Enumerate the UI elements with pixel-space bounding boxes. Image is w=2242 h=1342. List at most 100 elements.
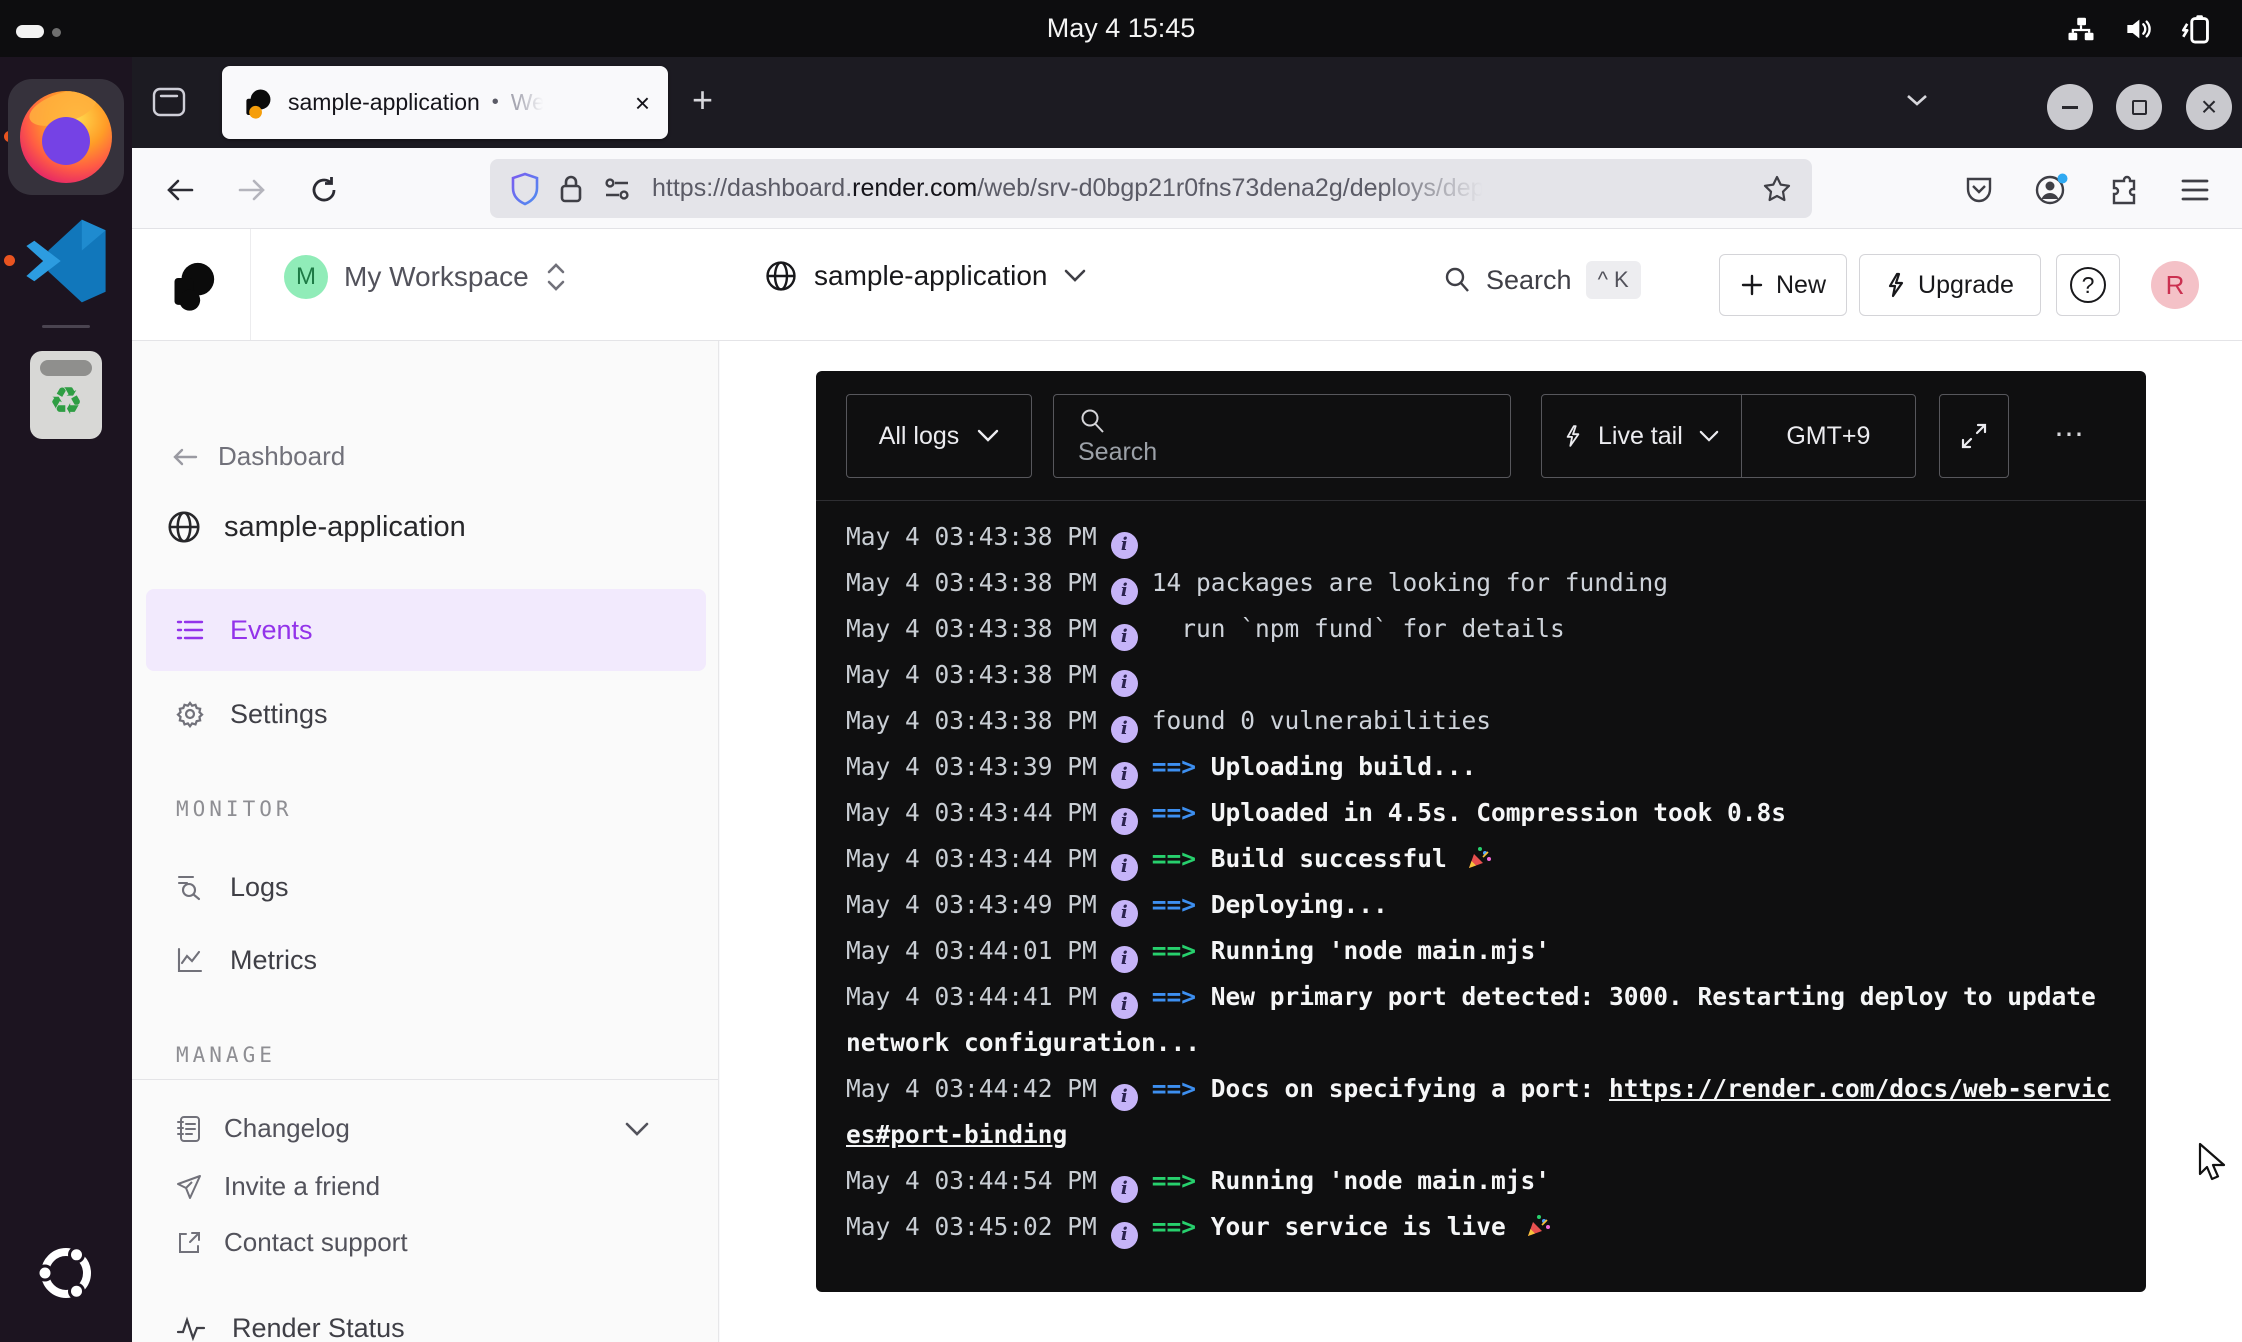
log-arrow: ==> bbox=[1152, 936, 1211, 965]
log-message: Docs on specifying a port: bbox=[1211, 1074, 1609, 1103]
reload-icon[interactable] bbox=[304, 170, 344, 210]
pocket-icon[interactable] bbox=[1959, 170, 1999, 210]
sidebar: Dashboard sample-application Events Sett… bbox=[132, 341, 719, 1342]
user-avatar[interactable]: R bbox=[2151, 261, 2199, 309]
info-icon: i bbox=[1111, 716, 1138, 743]
sidebar-item-render-status[interactable]: Render Status bbox=[176, 1313, 405, 1342]
service-selector[interactable]: sample-application bbox=[764, 259, 1087, 293]
sidebar-item-logs[interactable]: Logs bbox=[146, 846, 706, 928]
live-tail-group: Live tail GMT+9 bbox=[1541, 394, 1916, 478]
new-button[interactable]: New bbox=[1719, 254, 1847, 316]
window-maximize-button[interactable] bbox=[2116, 84, 2162, 130]
log-more-menu[interactable]: ⋯ bbox=[2054, 417, 2088, 452]
mouse-cursor bbox=[2196, 1142, 2230, 1182]
log-entry: May 4 03:43:38 PMi run `npm fund` for de… bbox=[846, 606, 2116, 652]
log-timestamp: May 4 03:43:38 PM bbox=[846, 706, 1097, 735]
log-timestamp: May 4 03:43:44 PM bbox=[846, 844, 1097, 873]
log-timestamp: May 4 03:43:38 PM bbox=[846, 568, 1097, 597]
permissions-icon[interactable] bbox=[602, 176, 632, 202]
log-timestamp: May 4 03:44:01 PM bbox=[846, 936, 1097, 965]
lock-icon[interactable] bbox=[558, 173, 584, 205]
log-timestamp: May 4 03:43:49 PM bbox=[846, 890, 1097, 919]
tab-bar: sample-application • We × + × bbox=[132, 57, 2242, 148]
system-tray[interactable] bbox=[2066, 13, 2214, 45]
new-tab-button[interactable]: + bbox=[692, 79, 713, 121]
sidebar-back-dashboard[interactable]: Dashboard bbox=[172, 441, 345, 472]
chevron-down-icon[interactable] bbox=[624, 1121, 650, 1137]
firefox-dock-icon[interactable] bbox=[8, 79, 124, 195]
log-entry: May 4 03:43:38 PM i 14 packages are lookin… bbox=[846, 560, 2116, 606]
tracking-shield-icon[interactable] bbox=[510, 172, 540, 206]
log-timestamp: May 4 03:44:42 PM bbox=[846, 1074, 1097, 1103]
timezone-button[interactable]: GMT+9 bbox=[1741, 395, 1915, 477]
list-tabs-chevron-icon[interactable] bbox=[1904, 91, 1930, 109]
bookmark-star-icon[interactable] bbox=[1762, 174, 1792, 204]
window-close-button[interactable]: × bbox=[2186, 84, 2232, 130]
app-header: M My Workspace sample-application Search… bbox=[132, 229, 2242, 341]
forward-icon[interactable] bbox=[232, 170, 272, 210]
recycle-icon: ♻ bbox=[30, 383, 102, 421]
log-message: run `npm fund` for details bbox=[1152, 614, 1565, 643]
sidebar-item-contact-support[interactable]: Contact support bbox=[176, 1227, 676, 1258]
changelog-icon bbox=[176, 1115, 202, 1143]
sidebar-item-changelog[interactable]: Changelog bbox=[176, 1113, 676, 1144]
info-icon: i bbox=[1111, 578, 1138, 605]
sidebar-item-metrics[interactable]: Metrics bbox=[146, 919, 706, 1001]
workspace-selector[interactable]: M My Workspace bbox=[284, 255, 567, 299]
render-logo[interactable] bbox=[164, 257, 220, 313]
log-search-input[interactable]: Search bbox=[1053, 394, 1511, 478]
url-text[interactable]: https://dashboard.render.com/web/srv-d0b… bbox=[652, 174, 1762, 203]
expand-logs-button[interactable] bbox=[1939, 394, 2009, 478]
search-icon bbox=[1442, 265, 1472, 295]
main-content: All logs Search Live tail bbox=[720, 341, 2242, 1342]
vscode-dock-icon[interactable] bbox=[22, 217, 110, 305]
log-entry: May 4 03:43:39 PMi==> Uploading build... bbox=[846, 744, 2116, 790]
live-tail-dropdown[interactable]: Live tail bbox=[1542, 395, 1741, 477]
header-divider bbox=[250, 229, 251, 340]
global-search[interactable]: Search ^ K bbox=[1442, 261, 1641, 299]
log-lines[interactable]: May 4 03:43:38 PM i May 4 03:43:38 PM i 14 p… bbox=[816, 502, 2146, 1291]
log-timestamp: May 4 03:44:54 PM bbox=[846, 1166, 1097, 1195]
url-bar[interactable]: https://dashboard.render.com/web/srv-d0b… bbox=[490, 159, 1812, 218]
log-arrow: ==> bbox=[1152, 844, 1211, 873]
window-minimize-button[interactable] bbox=[2047, 84, 2093, 130]
dock-divider bbox=[42, 325, 90, 328]
tab-separator-dot: • bbox=[492, 91, 499, 114]
extensions-icon[interactable] bbox=[2103, 170, 2143, 210]
tab-close-icon[interactable]: × bbox=[635, 90, 650, 116]
log-arrow: ==> bbox=[1152, 798, 1211, 827]
log-timestamp: May 4 03:44:41 PM bbox=[846, 982, 1097, 1011]
log-timestamp: May 4 03:45:02 PM bbox=[846, 1212, 1097, 1241]
upgrade-button[interactable]: Upgrade bbox=[1859, 254, 2041, 316]
sidebar-item-settings[interactable]: Settings bbox=[146, 673, 706, 755]
system-clock[interactable]: May 4 15:45 bbox=[0, 13, 2242, 44]
lightning-icon bbox=[1564, 423, 1582, 449]
log-entry: May 4 03:44:41 PMi==> New primary port d… bbox=[846, 974, 2116, 1066]
chevron-down-icon bbox=[977, 429, 999, 443]
metrics-chart-icon bbox=[176, 947, 204, 973]
chevron-down-icon bbox=[1063, 268, 1087, 284]
info-icon: i bbox=[1111, 854, 1138, 881]
globe-icon bbox=[166, 509, 202, 545]
log-message: 14 packages are looking for funding bbox=[1152, 568, 1668, 597]
sidebar-item-events[interactable]: Events bbox=[146, 589, 706, 671]
tab-title: sample-application bbox=[288, 89, 480, 116]
log-message: Running 'node main.mjs' bbox=[1211, 936, 1550, 965]
firefox-view-icon[interactable] bbox=[152, 87, 186, 117]
menu-hamburger-icon[interactable] bbox=[2175, 170, 2215, 210]
sidebar-service[interactable]: sample-application bbox=[166, 509, 466, 545]
browser-tab[interactable]: sample-application • We × bbox=[222, 66, 668, 139]
info-icon: i bbox=[1111, 1176, 1138, 1203]
info-icon: i bbox=[1111, 624, 1138, 651]
sidebar-item-invite[interactable]: Invite a friend bbox=[176, 1171, 676, 1202]
sidebar-divider bbox=[132, 1079, 718, 1080]
ubuntu-logo-icon[interactable] bbox=[36, 1243, 96, 1303]
help-button[interactable]: ? bbox=[2056, 254, 2120, 316]
account-icon[interactable] bbox=[2031, 170, 2071, 210]
logs-search-icon bbox=[176, 873, 204, 901]
trash-dock-icon[interactable]: ♻ bbox=[30, 351, 102, 439]
back-icon[interactable] bbox=[160, 170, 200, 210]
log-timestamp: May 4 03:43:39 PM bbox=[846, 752, 1097, 781]
log-filter-dropdown[interactable]: All logs bbox=[846, 394, 1032, 478]
search-icon bbox=[1078, 407, 1106, 435]
